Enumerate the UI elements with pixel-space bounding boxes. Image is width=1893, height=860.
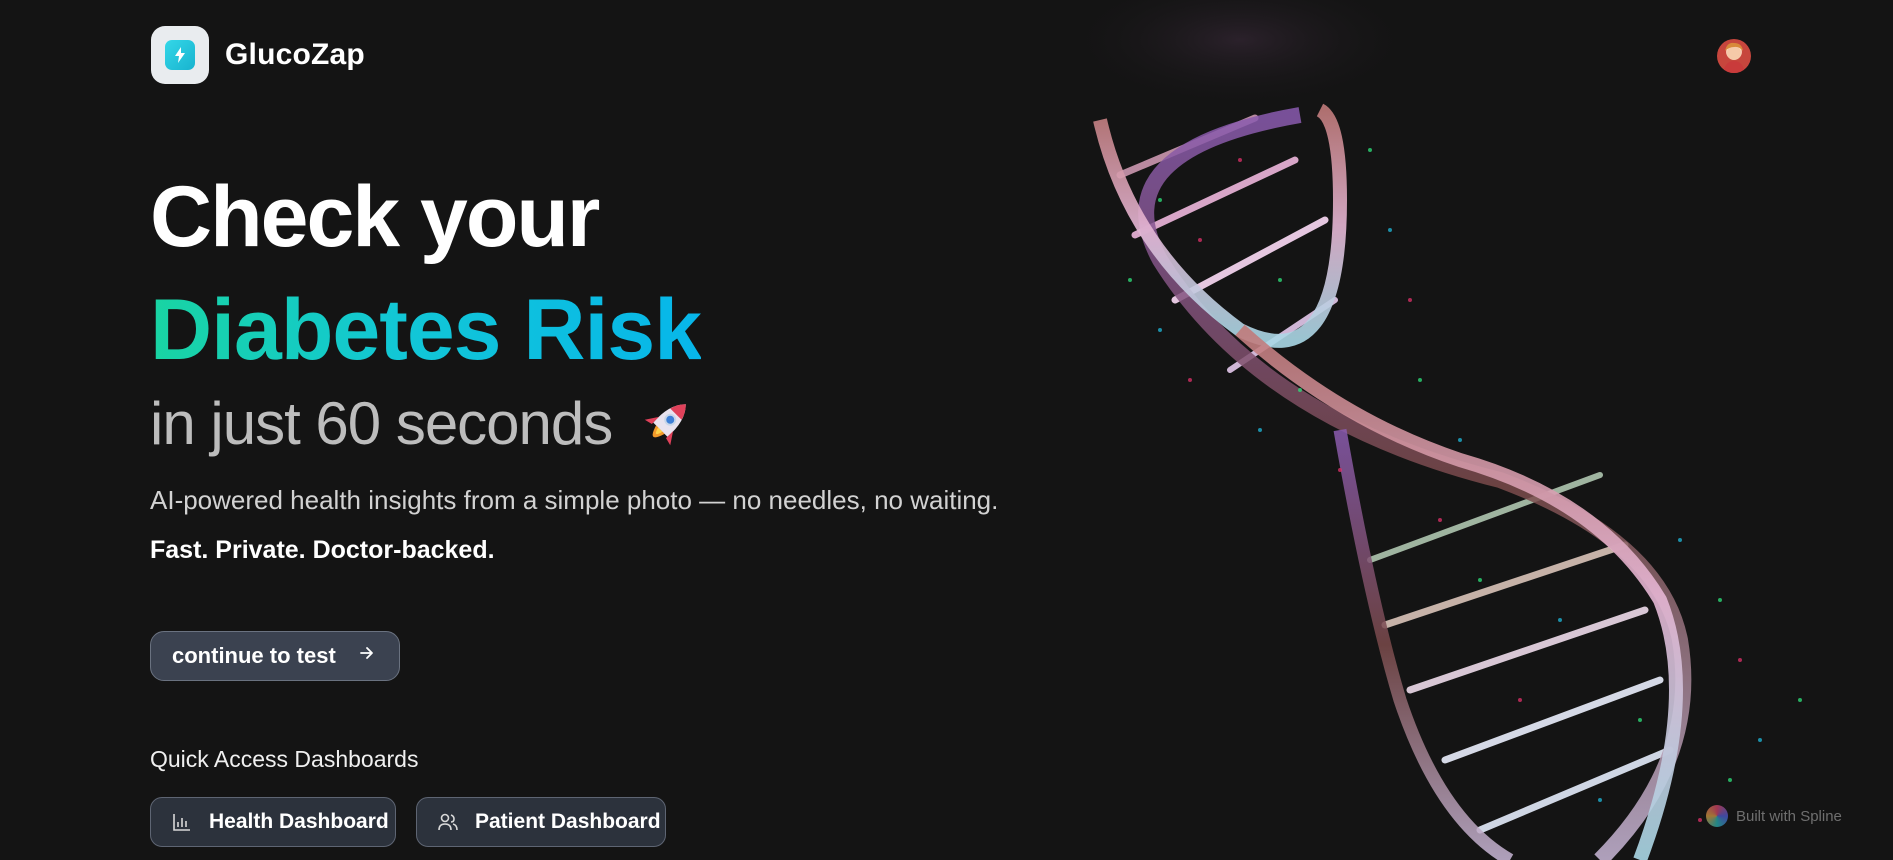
rocket-icon — [632, 390, 700, 458]
hero-line3-text: in just 60 seconds — [150, 390, 613, 457]
logo[interactable] — [151, 26, 209, 84]
hero-tagline: Fast. Private. Doctor-backed. — [150, 536, 495, 564]
hero-subtitle: AI-powered health insights from a simple… — [150, 485, 999, 515]
continue-to-test-button[interactable]: continue to test — [150, 631, 400, 681]
health-dashboard-button[interactable]: Health Dashboard — [150, 797, 396, 847]
users-icon — [437, 811, 459, 833]
cta-label: continue to test — [172, 643, 336, 668]
quick-access-title: Quick Access Dashboards — [150, 746, 419, 772]
patient-dashboard-label: Patient Dashboard — [475, 810, 661, 833]
health-dashboard-label: Health Dashboard — [209, 810, 389, 833]
spline-logo-icon — [1706, 805, 1728, 827]
bar-chart-icon — [171, 811, 193, 833]
header: GlucoZap — [151, 26, 365, 84]
arrow-right-icon — [358, 644, 376, 668]
hero-title-line1: Check your — [150, 169, 600, 265]
logo-lightning-icon — [165, 40, 195, 70]
brand-name: GlucoZap — [225, 38, 365, 71]
spline-badge-label: Built with Spline — [1736, 807, 1842, 825]
hero-title-line3: in just 60 seconds — [150, 388, 700, 460]
built-with-spline-badge[interactable]: Built with Spline — [1706, 802, 1866, 830]
dna-helix-illustration — [1060, 0, 1802, 860]
patient-dashboard-button[interactable]: Patient Dashboard — [416, 797, 666, 847]
hero-title-highlight: Diabetes Risk — [150, 282, 702, 378]
